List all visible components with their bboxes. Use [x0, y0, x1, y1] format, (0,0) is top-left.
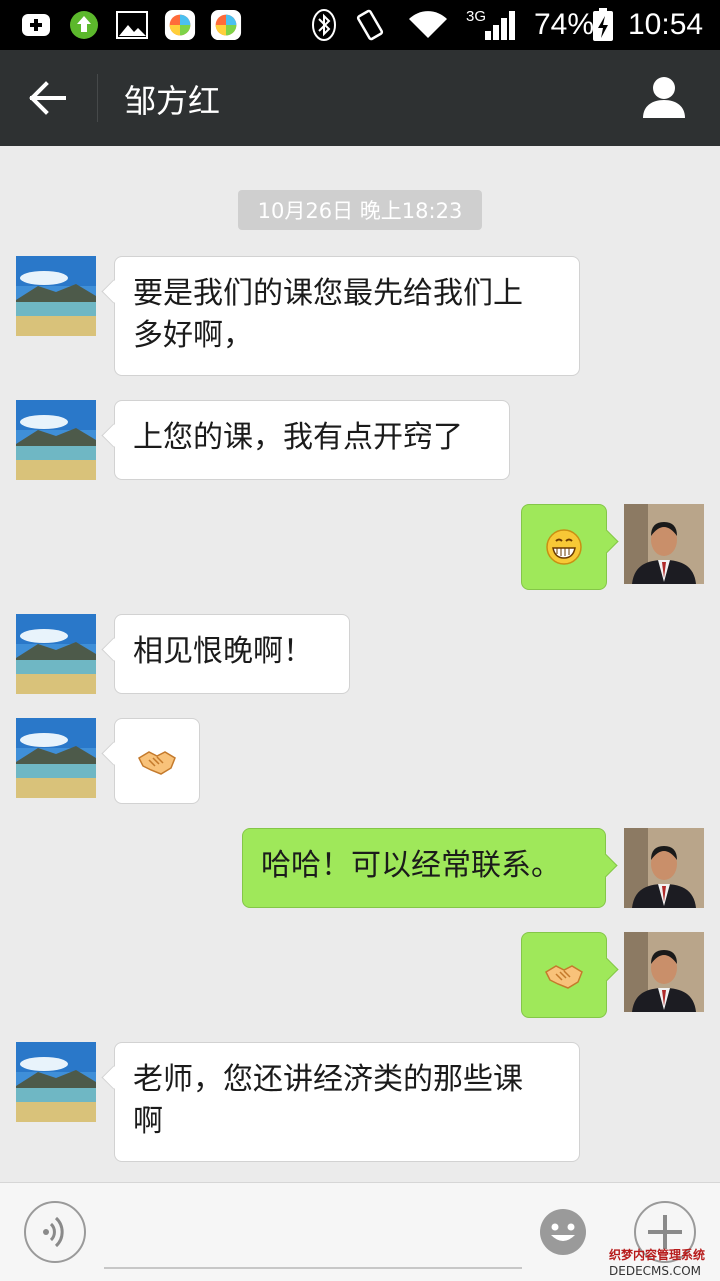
- my-avatar[interactable]: [624, 828, 704, 908]
- title-divider: [97, 74, 98, 122]
- emoji-button[interactable]: [538, 1207, 588, 1257]
- signal-icon: [482, 9, 520, 41]
- message-input[interactable]: [104, 1201, 522, 1269]
- watermark-logo: 织梦内容管理系统 DEDECMS.COM: [609, 1247, 705, 1278]
- message-text[interactable]: 上您的课，我有点开窍了: [114, 400, 510, 480]
- voice-icon: [43, 1216, 64, 1248]
- message-emoji[interactable]: [114, 718, 200, 804]
- battery-charging-icon: [590, 8, 616, 41]
- emoji-icon: [540, 1209, 586, 1255]
- title-bar: 邹方红: [0, 50, 720, 146]
- svg-text:DEDECMS.COM: DEDECMS.COM: [609, 1264, 701, 1278]
- contact-avatar[interactable]: [16, 614, 96, 694]
- svg-text:织梦内容管理系统: 织梦内容管理系统: [609, 1247, 705, 1262]
- grin-emoji-icon: [546, 529, 582, 565]
- message-text[interactable]: 相见恨晚啊！: [114, 614, 350, 694]
- my-avatar[interactable]: [624, 504, 704, 584]
- handshake-emoji-icon: [545, 965, 583, 989]
- message-text[interactable]: 要是我们的课您最先给我们上 多好啊，: [114, 256, 580, 376]
- page-title: 邹方红: [124, 82, 221, 120]
- wifi-icon: [406, 9, 450, 41]
- plus-notification-icon: [20, 9, 52, 41]
- message-text[interactable]: 哈哈！可以经常联系。: [242, 828, 606, 908]
- contact-avatar[interactable]: [16, 718, 96, 798]
- clock: 10:54: [628, 8, 704, 41]
- app-store-icon: [210, 9, 242, 41]
- back-button[interactable]: [18, 72, 78, 124]
- image-icon: [116, 9, 148, 41]
- input-bar: 织梦内容管理系统 DEDECMS.COM: [0, 1182, 720, 1281]
- contact-avatar[interactable]: [16, 400, 96, 480]
- bluetooth-icon: [308, 9, 340, 41]
- chat-timestamp: 10月26日 晚上18:23: [238, 190, 482, 230]
- my-avatar[interactable]: [624, 932, 704, 1012]
- chat-history[interactable]: 10月26日 晚上18:23 要是我们的课您最先给我们上 多好啊， 上您的课，我…: [0, 146, 720, 1182]
- back-arrow-icon: [29, 81, 66, 115]
- battery-percent: 74%: [534, 8, 595, 41]
- contact-avatar[interactable]: [16, 256, 96, 336]
- contact-avatar[interactable]: [16, 1042, 96, 1122]
- handshake-emoji-icon: [138, 751, 176, 775]
- person-icon: [643, 77, 685, 118]
- upload-arrow-icon: [68, 9, 100, 41]
- message-emoji[interactable]: [521, 504, 607, 590]
- app-store-icon: [164, 9, 196, 41]
- message-text[interactable]: 老师，您还讲经济类的那些课 啊: [114, 1042, 580, 1162]
- status-bar: 3G 74% 10:54: [0, 0, 720, 50]
- contact-profile-button[interactable]: [634, 68, 694, 128]
- voice-input-button[interactable]: [24, 1201, 86, 1263]
- message-emoji[interactable]: [521, 932, 607, 1018]
- rotate-icon: [354, 9, 386, 41]
